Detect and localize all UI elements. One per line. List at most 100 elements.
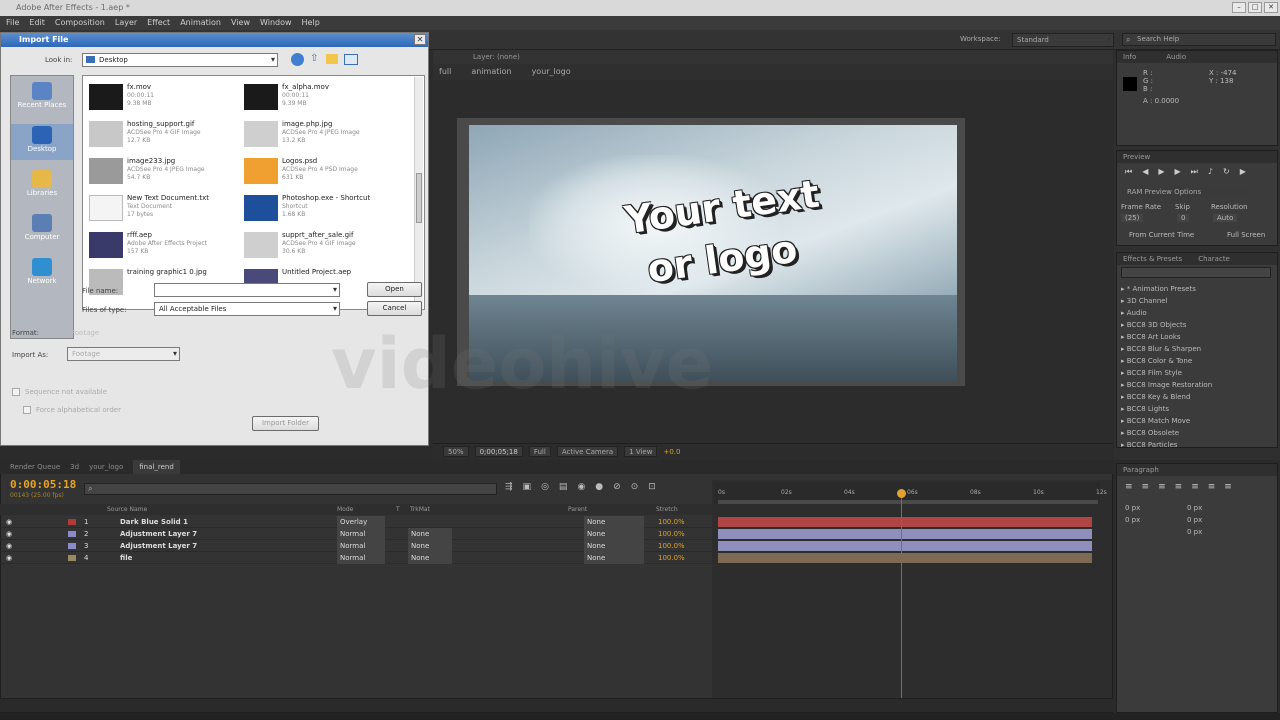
effects-category[interactable]: ▸ BCC8 Image Restoration — [1121, 379, 1275, 391]
hide-shy-icon[interactable]: ◎ — [541, 482, 549, 492]
place-network[interactable]: Network — [11, 256, 73, 292]
place-libraries[interactable]: Libraries — [11, 168, 73, 204]
visibility-eye-icon[interactable]: ◉ — [6, 540, 12, 552]
effects-category[interactable]: ▸ BCC8 3D Objects — [1121, 319, 1275, 331]
scrollbar-thumb[interactable] — [416, 173, 422, 223]
file-item[interactable]: Logos.psd ACDSee Pro 4 PSD Image 631 KB — [240, 154, 392, 188]
align-center-icon[interactable]: ≡ — [1142, 482, 1150, 492]
ram-preview-select[interactable]: RAM Preview Options — [1123, 187, 1249, 197]
sequence-checkbox[interactable] — [12, 388, 20, 396]
indent-left-value[interactable]: 0 px — [1125, 504, 1140, 512]
effects-search-input[interactable] — [1121, 267, 1271, 278]
justify-right-icon[interactable]: ≡ — [1208, 482, 1216, 492]
next-frame-icon[interactable]: ▶ — [1175, 167, 1181, 177]
info-tab[interactable]: Info — [1123, 53, 1136, 61]
file-item[interactable]: image.php.jpg ACDSee Pro 4 JPEG Image 13.2… — [240, 117, 392, 151]
effects-category[interactable]: ▸ BCC8 Obsolete — [1121, 427, 1275, 439]
workspace-select[interactable]: Standard — [1012, 33, 1114, 47]
menu-animation[interactable]: Animation — [180, 16, 221, 30]
menu-edit[interactable]: Edit — [29, 16, 45, 30]
align-left-icon[interactable]: ≡ — [1125, 482, 1133, 492]
import-as-select[interactable]: Footage — [67, 347, 180, 361]
comp-nav-animation[interactable]: animation — [471, 64, 511, 80]
file-item[interactable]: fx_alpha.mov 00:00:11 9.39 MB — [240, 80, 392, 114]
view-layout-select[interactable]: 1 View — [624, 446, 658, 457]
layer-row[interactable]: ◉ 3 Adjustment Layer 7 Normal None None 100.0% — [0, 540, 712, 552]
play-icon[interactable]: ▶ — [1158, 167, 1164, 177]
motion-blur-icon[interactable]: ◉ — [577, 482, 585, 492]
menu-help[interactable]: Help — [302, 16, 320, 30]
back-icon[interactable] — [291, 53, 304, 66]
layer-parent-select[interactable]: None — [584, 516, 644, 528]
ram-preview-icon[interactable]: ▶ — [1240, 167, 1246, 177]
file-item[interactable]: rfff.aep Adobe After Effects Project 157 K… — [85, 228, 237, 262]
effects-tab[interactable]: Effects & Presets — [1123, 255, 1182, 263]
effects-category[interactable]: ▸ BCC8 Match Move — [1121, 415, 1275, 427]
menu-layer[interactable]: Layer — [115, 16, 137, 30]
maximize-button[interactable]: □ — [1248, 2, 1262, 13]
skip-value[interactable]: 0 — [1177, 214, 1190, 222]
layer-tab[interactable]: Layer: (none) — [433, 50, 1113, 64]
comp-nav-your-logo[interactable]: your_logo — [532, 64, 571, 80]
full-screen[interactable]: Full Screen — [1227, 231, 1265, 239]
menu-window[interactable]: Window — [260, 16, 292, 30]
layer-name[interactable]: Adjustment Layer 7 — [120, 528, 197, 540]
effects-category[interactable]: ▸ BCC8 Film Style — [1121, 367, 1275, 379]
minimize-button[interactable]: – — [1232, 2, 1246, 13]
file-item[interactable]: New Text Document.txt Text Document 17 byt… — [85, 191, 237, 225]
from-current-time[interactable]: From Current Time — [1129, 231, 1194, 239]
first-line-indent-value[interactable]: 0 px — [1187, 528, 1202, 536]
audio-icon[interactable]: ♪ — [1208, 167, 1213, 177]
draft-3d-icon[interactable]: ▣ — [523, 482, 532, 492]
justify-all-icon[interactable]: ≡ — [1224, 482, 1232, 492]
force-alpha-checkbox[interactable] — [23, 406, 31, 414]
visibility-eye-icon[interactable]: ◉ — [6, 516, 12, 528]
brainstorm-icon[interactable]: ● — [595, 482, 603, 492]
look-in-select[interactable]: Desktop — [82, 53, 278, 67]
dialog-close-button[interactable]: ✕ — [414, 34, 426, 45]
layer-duration-bar[interactable] — [718, 553, 1092, 563]
menu-composition[interactable]: Composition — [55, 16, 105, 30]
comp-nav-full[interactable]: full — [439, 64, 451, 80]
layer-duration-bar[interactable] — [718, 517, 1092, 527]
layer-stretch[interactable]: 100.0% — [658, 552, 685, 564]
effects-category[interactable]: ▸ BCC8 Art Looks — [1121, 331, 1275, 343]
col-parent[interactable]: Parent — [568, 504, 587, 515]
file-item[interactable]: supprt_after_sale.gif ACDSee Pro 4 GIF Im… — [240, 228, 392, 262]
viewer-timecode[interactable]: 0;00;05;18 — [474, 446, 523, 457]
file-list[interactable]: fx.mov 00:00:11 9.38 MB fx_alpha.mov 00:00:1… — [82, 75, 425, 310]
menu-view[interactable]: View — [231, 16, 250, 30]
layer-duration-bar[interactable] — [718, 541, 1092, 551]
layer-row[interactable]: ◉ 2 Adjustment Layer 7 Normal None None 100.0% — [0, 528, 712, 540]
col-trkmat[interactable]: TrkMat — [410, 504, 430, 515]
first-frame-icon[interactable]: ⏮ — [1125, 167, 1132, 177]
tab-3d[interactable]: 3d — [70, 460, 79, 474]
space-after-value[interactable]: 0 px — [1187, 516, 1202, 524]
col-mode[interactable]: Mode — [337, 504, 353, 515]
visibility-eye-icon[interactable]: ◉ — [6, 528, 12, 540]
layer-mode-select[interactable]: Normal — [337, 552, 385, 564]
effects-category[interactable]: ▸ BCC8 Color & Tone — [1121, 355, 1275, 367]
close-button[interactable]: ✕ — [1264, 2, 1278, 13]
view-menu-icon[interactable] — [344, 54, 358, 65]
effects-category[interactable]: ▸ BCC8 Blur & Sharpen — [1121, 343, 1275, 355]
playhead[interactable] — [901, 490, 902, 700]
menu-file[interactable]: File — [6, 16, 19, 30]
auto-keyframe-icon[interactable]: ⊘ — [613, 482, 621, 492]
layer-mode-select[interactable]: Overlay — [337, 516, 385, 528]
new-folder-icon[interactable] — [326, 54, 338, 64]
layer-row[interactable]: ◉ 4 file Normal None None 100.0% — [0, 552, 712, 564]
layer-stretch[interactable]: 100.0% — [658, 540, 685, 552]
layer-trkmat-select[interactable]: None — [408, 552, 452, 564]
effects-category[interactable]: ▸ * Animation Presets — [1121, 283, 1275, 295]
layer-name[interactable]: Dark Blue Solid 1 — [120, 516, 188, 528]
col-stretch[interactable]: Stretch — [656, 504, 678, 515]
space-before-value[interactable]: 0 px — [1125, 516, 1140, 524]
file-item[interactable]: hosting_support.gif ACDSee Pro 4 GIF Imag… — [85, 117, 237, 151]
graph-editor-icon[interactable]: ⊙ — [631, 482, 639, 492]
loop-icon[interactable]: ↻ — [1223, 167, 1230, 177]
comp-mini-flowchart-icon[interactable]: ⇶ — [505, 482, 513, 492]
file-item[interactable]: fx.mov 00:00:11 9.38 MB — [85, 80, 237, 114]
open-button[interactable]: Open — [367, 282, 422, 297]
indent-right-value[interactable]: 0 px — [1187, 504, 1202, 512]
